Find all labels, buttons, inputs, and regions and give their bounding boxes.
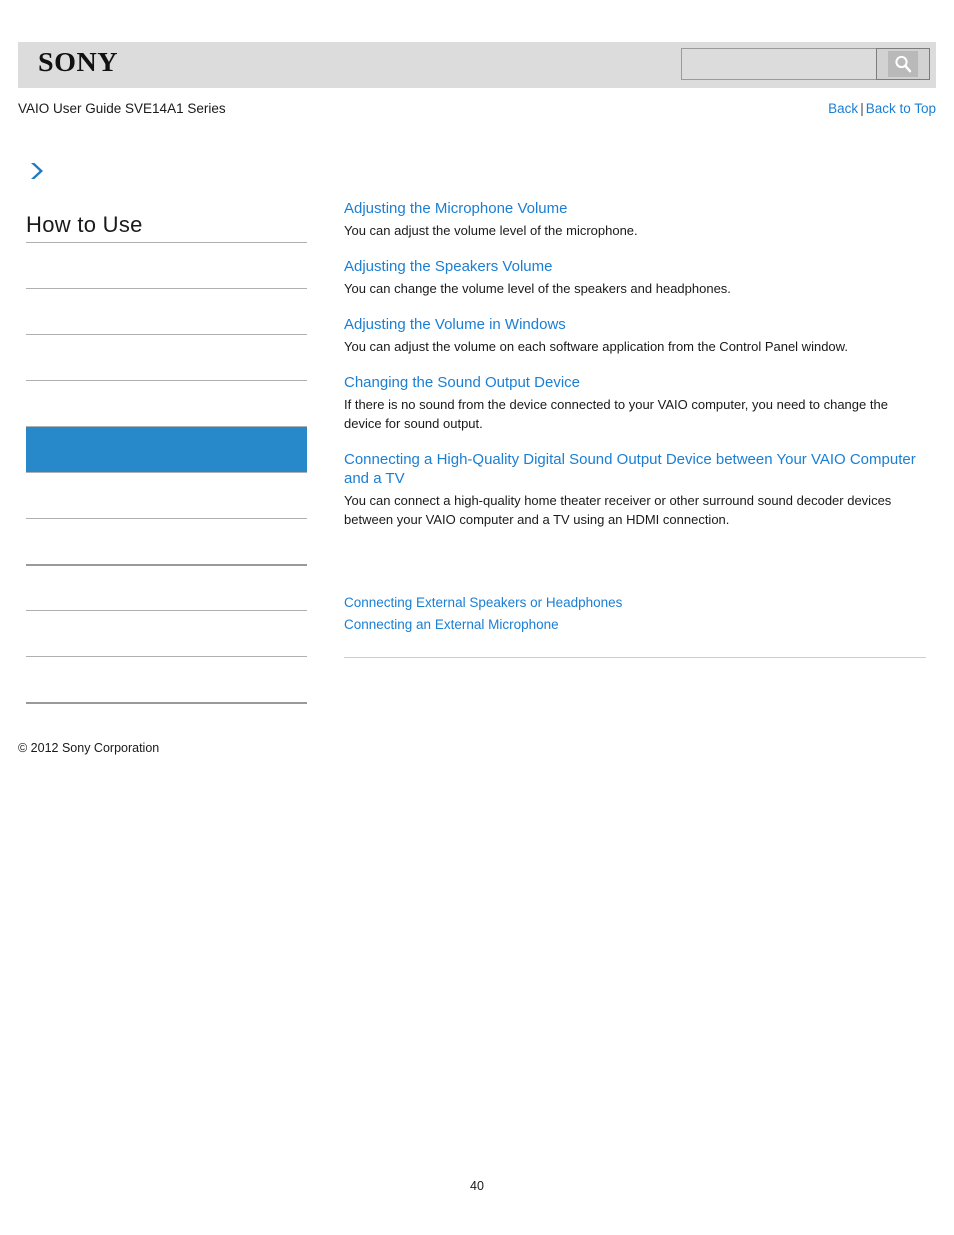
sidebar-item-5[interactable] (26, 472, 307, 518)
sidebar: How to Use (26, 160, 307, 704)
content-divider (344, 657, 926, 658)
back-to-top-link[interactable]: Back to Top (866, 101, 936, 116)
site-header: SONY (18, 42, 936, 88)
sidebar-item-0[interactable] (26, 242, 307, 288)
back-link[interactable]: Back (828, 101, 858, 116)
sidebar-item-7[interactable] (26, 564, 307, 610)
related-link[interactable]: Connecting an External Microphone (344, 614, 926, 636)
guide-title: VAIO User Guide SVE14A1 Series (18, 101, 226, 116)
chevron-right-icon[interactable] (26, 160, 48, 182)
article-description: You can connect a high-quality home thea… (344, 493, 892, 527)
copyright-text: © 2012 Sony Corporation (18, 741, 160, 755)
main-content: Adjusting the Microphone Volume You can … (344, 199, 926, 666)
sidebar-item-1[interactable] (26, 288, 307, 334)
page-title: How to Use (26, 212, 143, 237)
search-input[interactable] (681, 48, 877, 80)
nav-separator: | (860, 101, 864, 116)
article-description: If there is no sound from the device con… (344, 397, 888, 431)
sidebar-item-8[interactable] (26, 610, 307, 656)
sidebar-nav-list (26, 242, 307, 704)
article-description: You can adjust the volume level of the m… (344, 223, 638, 238)
article-entry: Changing the Sound Output Device If ther… (344, 373, 926, 433)
sony-logo: SONY (38, 47, 119, 77)
article-title-link[interactable]: Adjusting the Microphone Volume (344, 199, 926, 218)
article-entry: Connecting a High-Quality Digital Sound … (344, 450, 926, 529)
sidebar-item-9[interactable] (26, 656, 307, 702)
article-entry: Adjusting the Speakers Volume You can ch… (344, 257, 926, 298)
sidebar-item-3[interactable] (26, 380, 307, 426)
article-entry: Adjusting the Microphone Volume You can … (344, 199, 926, 240)
page-number: 40 (470, 1179, 484, 1193)
search-icon (888, 51, 918, 77)
article-title-link[interactable]: Adjusting the Volume in Windows (344, 315, 926, 334)
article-title-link[interactable]: Adjusting the Speakers Volume (344, 257, 926, 276)
article-description: You can change the volume level of the s… (344, 281, 731, 296)
sidebar-item-4-selected[interactable] (26, 426, 307, 472)
sidebar-item-6[interactable] (26, 518, 307, 564)
related-link[interactable]: Connecting External Speakers or Headphon… (344, 592, 926, 614)
search-area (681, 48, 930, 82)
related-links: Connecting External Speakers or Headphon… (344, 592, 926, 636)
article-entry: Adjusting the Volume in Windows You can … (344, 315, 926, 356)
article-title-link[interactable]: Changing the Sound Output Device (344, 373, 926, 392)
article-description: You can adjust the volume on each softwa… (344, 339, 848, 354)
sidebar-item-2[interactable] (26, 334, 307, 380)
breadcrumb: VAIO User Guide SVE14A1 Series Back | Back… (18, 101, 936, 119)
article-title-link[interactable]: Connecting a High-Quality Digital Sound … (344, 450, 926, 488)
search-button[interactable] (876, 48, 930, 80)
header-nav-links: Back | Back to Top (828, 101, 936, 116)
sidebar-bottom-divider (26, 702, 307, 704)
